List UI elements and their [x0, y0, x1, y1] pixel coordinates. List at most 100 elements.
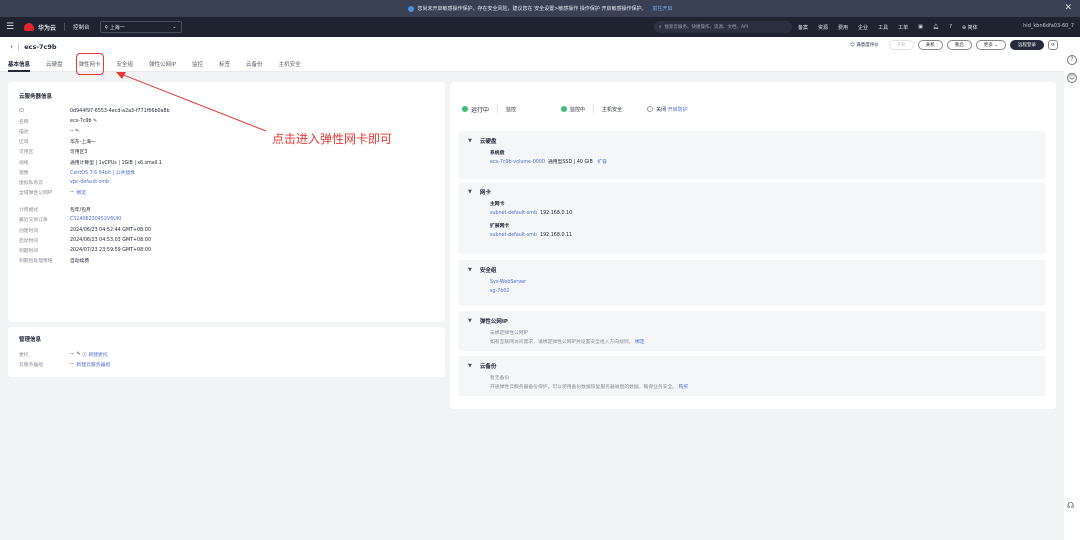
billing-row-created: 创建时间 2024/06/23 04:52:44 GMT+08:00 [19, 227, 151, 234]
tab-eip[interactable]: 弹性公网IP [149, 56, 176, 72]
primary-nic-label: 主网卡 [490, 202, 505, 207]
tab-network-interface[interactable]: 弹性网卡 [75, 52, 104, 75]
panel-header[interactable]: ▼ 安全组 [468, 266, 1036, 274]
caret-down-icon: ▼ [468, 318, 472, 324]
enable-protection-link[interactable]: 开启防护 [668, 106, 688, 113]
top-link[interactable]: 工具 [878, 24, 888, 31]
edit-icon[interactable]: ✎ [77, 352, 81, 357]
notice-link[interactable]: 前往开启 [652, 5, 672, 12]
info-row-global-eip: 全域弹性公网IP -- 绑定 [19, 189, 87, 197]
help-icon[interactable]: ? [949, 24, 952, 30]
remote-login-button[interactable]: 远程登录 [1010, 40, 1044, 50]
monitoring-status: 监控中 [570, 106, 586, 113]
huawei-logo-icon [24, 23, 34, 31]
menu-icon[interactable]: ☰ [6, 22, 20, 32]
start-button[interactable]: 开机 [888, 40, 914, 50]
security-group-panel: ▼ 安全组 Sys-WebServer sg-7b02 [458, 260, 1046, 306]
bind-link[interactable]: 绑定 [77, 189, 87, 196]
terminal-icon[interactable]: ▣ [918, 24, 923, 30]
info-row-vpc: 虚拟私有云 vpc-default-smb [19, 179, 110, 186]
volume-link[interactable]: ecs-7c9b-volume-0000 [490, 160, 545, 165]
caret-down-icon: ▼ [468, 189, 472, 195]
feedback-link[interactable]: ☺ 满意度评价 [850, 42, 879, 49]
top-links: 备案 资源 费用 企业 工具 工单 ▣ 🔔︎ ? ⊕ 简体 [798, 17, 998, 37]
info-row-az: 可用区 可用区3 [19, 150, 88, 156]
notice-bar: 您尚未开启敏感操作保护，存在安全风险，建议您在 安全设置>敏感操作 操作保护 开… [0, 0, 1080, 17]
restart-button[interactable]: 重启 [946, 40, 972, 50]
subnet-link[interactable]: subnet-default-smb [490, 233, 537, 238]
monitor-label: 监控 [506, 106, 517, 113]
billing-row-expire: 到期时间 2024/07/23 23:59:59 GMT+08:00 [19, 248, 151, 255]
mgmt-row-agency: 委托 -- ✎ ⓘ 新建委托 [19, 351, 108, 358]
tab-host-security[interactable]: 主机安全 [279, 56, 301, 72]
instance-name: ecs-7c9b [24, 42, 57, 51]
subnet-link[interactable]: subnet-default-smb [490, 211, 537, 216]
panel-header[interactable]: ▼ 弹性公网IP [468, 317, 1036, 325]
logo[interactable]: 华为云 [24, 23, 56, 32]
search-input[interactable]: ⌕ 搜索云服务、快捷操作、资源、文档、API [654, 21, 792, 33]
panel-header[interactable]: ▼ 云备份 [468, 362, 1036, 370]
instance-header: ‹ ecs-7c9b ☺ 满意度评价 开机 关机 重启 更多 ⌄ 远程登录 ⟳ [0, 37, 1064, 56]
brand-name: 华为云 [38, 24, 57, 32]
security-group-link[interactable]: Sys-WebServer [468, 279, 1036, 288]
security-group-link[interactable]: sg-7b02 [468, 288, 1036, 297]
new-group-link[interactable]: 新建云服务器组 [77, 361, 111, 368]
edit-icon[interactable]: ✎ [75, 129, 79, 134]
billing-row-policy: 到期后处理策略 自动续费 [19, 259, 90, 265]
management-info-card: 管理信息 委托 -- ✎ ⓘ 新建委托 云服务器组 -- 新建云服务器组 [8, 327, 445, 377]
nic-panel: ▼ 网卡 主网卡 subnet-default-smb 192.168.0.10 … [458, 182, 1046, 254]
running-icon [462, 106, 468, 112]
buy-backup-link[interactable]: 购买 [679, 385, 689, 390]
stop-button[interactable]: 关机 [917, 40, 943, 50]
info-icon [407, 5, 414, 12]
close-icon[interactable]: ✕ [1064, 3, 1072, 13]
backup-desc: 开通弹性云服务器备份保护，可以使用备份数据恢复服务器磁盘的数据，确保业务安全。 … [490, 384, 689, 390]
edit-icon[interactable]: ✎ [93, 119, 97, 124]
divider [593, 105, 595, 113]
status-row: 运行中 监控 监控中 主机安全 关闭 开启防护 [462, 102, 688, 116]
back-icon[interactable]: ‹ [10, 42, 13, 51]
tab-basic-info[interactable]: 基本信息 [8, 56, 31, 72]
tab-security-group[interactable]: 安全组 [117, 56, 134, 72]
billing-row-started: 启动时间 2024/06/23 04:53:03 GMT+08:00 [19, 237, 151, 244]
caret-down-icon: ▼ [468, 138, 472, 144]
expand-link[interactable]: 扩容 [597, 160, 607, 165]
server-info-card: 云服务器信息 ID 0d944f97-6553-4ecd-a2a3-f771f66… [8, 82, 445, 322]
account-name[interactable]: hid_kbn6dfa03-60_7 [1023, 23, 1074, 29]
tab-disk[interactable]: 云硬盘 [46, 56, 63, 72]
divider [64, 23, 66, 31]
ext-nic-row: subnet-default-smb 192.168.0.11 [490, 232, 573, 238]
tab-tags[interactable]: 标签 [219, 56, 230, 72]
tab-bar: 基本信息 云硬盘 弹性网卡 安全组 弹性公网IP 监控 标签 云备份 主机安全 [0, 52, 1064, 75]
eip-none: 未绑定弹性公网IP [490, 331, 528, 336]
bind-eip-link[interactable]: 绑定 [635, 340, 645, 345]
top-link[interactable]: 工单 [898, 24, 908, 31]
language-switch[interactable]: ⊕ 简体 [962, 24, 988, 31]
info-row-image: 镜像 CentOS 7.6 64bit | 公共镜像 [19, 170, 135, 176]
top-link[interactable]: 费用 [838, 24, 848, 31]
top-link[interactable]: 资源 [818, 24, 828, 31]
top-link[interactable]: 备案 [798, 24, 808, 31]
top-link[interactable]: 企业 [858, 24, 868, 31]
sys-disk-label: 系统盘 [490, 151, 505, 156]
console-link[interactable]: 控制台 [73, 23, 90, 31]
refresh-icon[interactable]: ⟳ [1048, 40, 1058, 50]
panel-header[interactable]: ▼ 云硬盘 [468, 137, 1036, 145]
help-icon[interactable]: ? [1067, 55, 1077, 65]
tab-backup[interactable]: 云备份 [246, 56, 263, 72]
bell-icon[interactable]: 🔔︎ [933, 24, 939, 30]
panel-header[interactable]: ▼ 网卡 [468, 188, 1036, 196]
region-select[interactable]: ⚲ 上海一 ⌄ [99, 21, 182, 33]
info-row-flavor: 规格 通用计算型 | 1vCPUs | 1GiB | s6.small.1 [19, 160, 162, 166]
backup-none: 暂无备份 [490, 376, 510, 381]
headset-icon[interactable]: ☊ [1067, 501, 1074, 510]
tab-monitor[interactable]: 监控 [192, 56, 203, 72]
mgmt-row-group: 云服务器组 -- 新建云服务器组 [19, 361, 111, 368]
disk-panel: ▼ 云硬盘 系统盘 ecs-7c9b-volume-0000 通用型SSD | 4… [458, 131, 1046, 179]
smile-icon[interactable]: ☺ [1067, 73, 1077, 83]
more-button[interactable]: 更多 ⌄ [975, 40, 1006, 50]
annotation-text: 点击进入弹性网卡即可 [272, 132, 393, 146]
new-agency-link[interactable]: 新建委托 [88, 351, 107, 358]
search-icon: ⌕ [659, 25, 662, 30]
caret-down-icon: ▼ [468, 267, 472, 273]
